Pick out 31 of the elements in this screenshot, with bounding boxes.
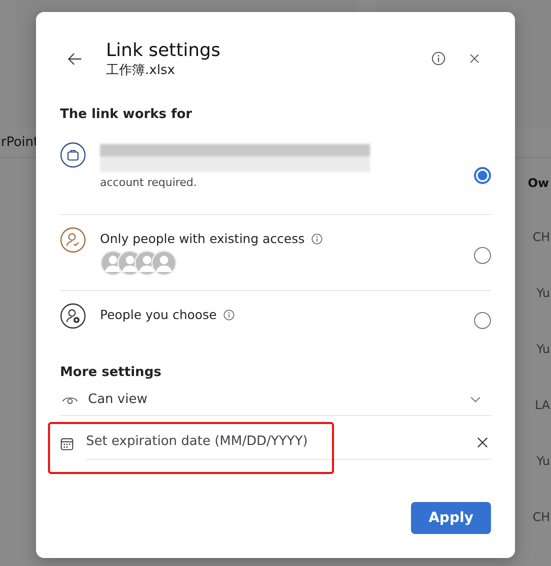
chevron-down-icon bbox=[470, 396, 481, 403]
info-icon[interactable] bbox=[222, 308, 235, 320]
person-add-icon bbox=[60, 303, 86, 329]
column-header: Ow bbox=[528, 176, 549, 192]
section-title: The link works for bbox=[60, 107, 194, 122]
briefcase-icon bbox=[60, 142, 86, 168]
radio-button[interactable] bbox=[474, 247, 491, 264]
table-cell-text: Yu bbox=[536, 342, 550, 358]
option-description: account required. bbox=[100, 176, 198, 189]
table-cell-text: Yu bbox=[536, 454, 550, 470]
dialog-title: Link settings bbox=[106, 40, 222, 61]
table-cell-text: CH bbox=[532, 230, 550, 246]
table-cell-text: Yu bbox=[536, 286, 550, 302]
tab-label[interactable]: rPoint bbox=[1, 135, 39, 150]
radio-button[interactable] bbox=[474, 166, 491, 184]
permission-dropdown[interactable]: Can view bbox=[60, 386, 491, 416]
info-icon[interactable] bbox=[310, 232, 323, 244]
expiration-date-field[interactable]: Set expiration date (MM/DD/YYYY) bbox=[86, 428, 491, 460]
close-icon[interactable] bbox=[468, 52, 481, 65]
table-cell-text: LA bbox=[534, 398, 550, 414]
apply-button[interactable]: Apply bbox=[411, 502, 491, 534]
file-name: 工作簿.xlsx bbox=[106, 62, 176, 79]
option-label: Only people with existing access bbox=[100, 231, 305, 246]
option-label: People you choose bbox=[100, 307, 217, 322]
close-icon[interactable] bbox=[476, 436, 489, 449]
calendar-icon bbox=[60, 437, 74, 451]
person-check-icon bbox=[60, 227, 86, 253]
info-icon[interactable] bbox=[431, 51, 446, 66]
section-title: More settings bbox=[60, 365, 162, 380]
table-cell-text: CH bbox=[532, 510, 550, 526]
radio-button[interactable] bbox=[474, 312, 491, 328]
